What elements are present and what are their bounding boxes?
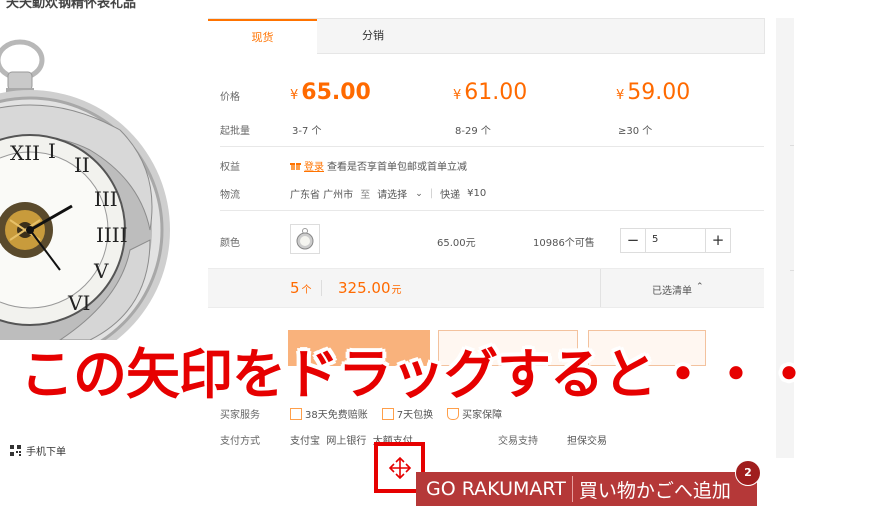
shield-icon [447, 407, 460, 420]
price-value: 65.00 [301, 80, 371, 105]
svg-text:I: I [48, 139, 56, 163]
separator [321, 280, 322, 296]
shipping-to-word: 至 [360, 190, 371, 201]
tab-spot-goods[interactable]: 现货 [208, 19, 317, 54]
moq-label: 起批量 [220, 126, 250, 137]
svg-text:II: II [74, 153, 90, 177]
svg-text:III: III [94, 187, 118, 211]
chevron-up-icon: ⌃ [696, 282, 704, 292]
chevron-down-icon: ⌄ [415, 188, 423, 199]
price-tier-1: ¥65.00 [290, 80, 371, 105]
mobile-order-label: 手机下单 [26, 447, 66, 458]
price-tier-2: ¥61.00 [453, 80, 527, 105]
order-summary-bar: 5个 325.00元 已选清单 ⌃ [208, 268, 764, 308]
quantity-minus-button[interactable]: − [621, 229, 645, 252]
qr-code-icon [10, 445, 21, 456]
exchange-icon [381, 407, 394, 420]
variant-price: 65.00元 [437, 238, 476, 249]
total-amount-value: 325.00 [338, 279, 391, 297]
go-rakumart-button[interactable]: GO RAKUMART [416, 478, 566, 500]
rakumart-toolbar: GO RAKUMART 買い物かごへ追加 [416, 472, 757, 506]
separator [600, 269, 601, 307]
price-value: 61.00 [464, 80, 528, 105]
moq-tier-3: ≥30 个 [618, 126, 653, 137]
shipping-from: 广东省 广州市 [290, 190, 354, 201]
svg-text:XII: XII [10, 141, 40, 165]
add-to-cart-button[interactable]: 買い物かごへ追加 [573, 476, 731, 503]
trade-support-value: 担保交易 [567, 436, 607, 447]
svg-text:VI: VI [67, 291, 90, 315]
move-arrows-icon [388, 456, 411, 479]
product-image[interactable]: I II III IIII V VI XII [0, 20, 208, 340]
benefit-info: 登录 查看是否享首单包邮或首单立减 [290, 158, 467, 173]
quantity-stepper: − 5 + [620, 228, 731, 253]
quantity-plus-button[interactable]: + [706, 229, 730, 252]
tab-distribution[interactable]: 分销 [318, 19, 428, 53]
separator: | [429, 188, 434, 199]
shipping-method: 快递 [440, 190, 461, 201]
mobile-order-link[interactable]: 手机下单 [10, 443, 66, 458]
currency-symbol: ¥ [453, 88, 462, 103]
pocket-watch-thumbnail [296, 228, 314, 250]
offer-tabs: 现货 分销 [208, 18, 765, 54]
shipping-fee: ¥10 [467, 188, 487, 199]
svg-text:V: V [93, 259, 109, 283]
destination-select[interactable]: 请选择 ⌄ [377, 186, 423, 202]
total-amount-unit: 元 [391, 285, 402, 296]
svg-text:IIII: IIII [96, 223, 128, 247]
shipping-label: 物流 [220, 190, 240, 201]
payment-label: 支付方式 [220, 436, 260, 447]
divider [220, 146, 764, 147]
total-count-value: 5 [290, 279, 300, 297]
color-label: 颜色 [220, 238, 240, 249]
price-tier-3: ¥59.00 [616, 80, 690, 105]
total-amount: 325.00元 [338, 279, 402, 297]
color-thumbnail[interactable] [290, 224, 320, 254]
product-title: 天天勤欢钢精怀表礼品 [6, 0, 137, 11]
invoice-icon [290, 407, 302, 420]
divider [790, 145, 794, 146]
annotation-caption: この矢印をドラッグすると・・・ [20, 343, 816, 406]
pocket-watch-image: I II III IIII V VI XII [0, 39, 170, 340]
benefit-label: 权益 [220, 162, 240, 173]
login-link[interactable]: 登录 [304, 158, 324, 173]
cart-count-badge: 2 [735, 460, 761, 486]
total-count-unit: 个 [301, 285, 312, 296]
variant-stock: 10986个可售 [533, 238, 595, 249]
gift-icon [290, 163, 301, 170]
price-value: 59.00 [627, 80, 691, 105]
selected-list-toggle[interactable]: 已选清单 ⌃ [652, 282, 704, 297]
currency-symbol: ¥ [616, 88, 625, 103]
total-count: 5个 [290, 279, 312, 297]
destination-select-value: 请选择 [377, 190, 408, 201]
quantity-input[interactable]: 5 [645, 229, 706, 252]
divider [220, 210, 764, 211]
moq-tier-2: 8-29 个 [455, 126, 491, 137]
price-label: 价格 [220, 92, 240, 103]
selected-list-label: 已选清单 [652, 286, 692, 297]
shipping-info: 广东省 广州市 至 请选择 ⌄ | 快递 ¥10 [290, 186, 486, 201]
moq-tier-1: 3-7 个 [292, 126, 322, 137]
currency-symbol: ¥ [290, 88, 299, 103]
benefit-text: 查看是否享首单包邮或首单立减 [327, 162, 467, 173]
trade-support-label: 交易支持 [498, 436, 538, 447]
divider [790, 270, 794, 271]
